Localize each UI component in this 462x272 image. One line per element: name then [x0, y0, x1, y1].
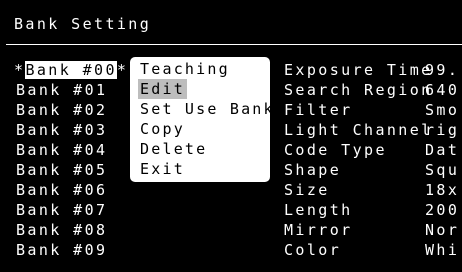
menu-item-delete[interactable]: Delete — [138, 139, 209, 159]
param-value: Whi — [425, 241, 460, 259]
param-name[interactable]: Color — [284, 240, 341, 260]
bank-item-08[interactable]: Bank #08 — [16, 220, 107, 240]
param-name[interactable]: Exposure Time — [284, 60, 433, 80]
param-value: Nor — [425, 221, 460, 239]
bank-item-00[interactable]: *Bank #00* — [14, 60, 128, 80]
selected-marker: * — [14, 61, 26, 79]
param-value: 640 — [425, 81, 460, 99]
bank-item-02[interactable]: Bank #02 — [16, 100, 107, 120]
table-row: Bank #06 Size 18x — [0, 180, 462, 200]
bank-label: Bank #00 — [25, 61, 117, 79]
param-value: 99. — [425, 61, 460, 79]
param-name[interactable]: Shape — [284, 160, 341, 180]
context-menu: Teaching Edit Set Use Bank Copy Delete E… — [130, 57, 273, 182]
param-name[interactable]: Light Channel — [284, 120, 433, 140]
param-name[interactable]: Search Region — [284, 80, 433, 100]
bank-item-09[interactable]: Bank #09 — [16, 240, 107, 260]
bank-item-01[interactable]: Bank #01 — [16, 80, 107, 100]
param-name[interactable]: Mirror — [284, 220, 353, 240]
table-row: Bank #08 Mirror Nor — [0, 220, 462, 240]
param-value: 18x — [425, 181, 460, 199]
bank-item-03[interactable]: Bank #03 — [16, 120, 107, 140]
selected-marker: * — [116, 61, 129, 79]
bank-item-06[interactable]: Bank #06 — [16, 180, 107, 200]
page-title: Bank Setting — [14, 15, 152, 33]
param-value: 200 — [425, 201, 460, 219]
param-name[interactable]: Filter — [284, 100, 353, 120]
param-name[interactable]: Code Type — [284, 140, 387, 160]
title-divider — [6, 44, 462, 45]
bank-item-05[interactable]: Bank #05 — [16, 160, 107, 180]
bank-setting-screen: Bank Setting *Bank #00* Exposure Time 99… — [0, 0, 462, 272]
param-name[interactable]: Size — [284, 180, 330, 200]
param-value: Squ — [425, 161, 460, 179]
menu-item-copy[interactable]: Copy — [138, 119, 187, 139]
bank-item-04[interactable]: Bank #04 — [16, 140, 107, 160]
menu-item-teaching[interactable]: Teaching — [138, 59, 232, 79]
param-value: rig — [425, 121, 460, 139]
table-row: Bank #09 Color Whi — [0, 240, 462, 260]
param-name[interactable]: Length — [284, 200, 353, 220]
param-value: Smo — [425, 101, 460, 119]
bank-item-07[interactable]: Bank #07 — [16, 200, 107, 220]
menu-item-edit[interactable]: Edit — [138, 79, 187, 99]
menu-item-set-use-bank[interactable]: Set Use Bank — [138, 99, 277, 119]
param-value: Dat — [425, 141, 460, 159]
table-row: Bank #07 Length 200 — [0, 200, 462, 220]
menu-item-exit[interactable]: Exit — [138, 159, 187, 179]
